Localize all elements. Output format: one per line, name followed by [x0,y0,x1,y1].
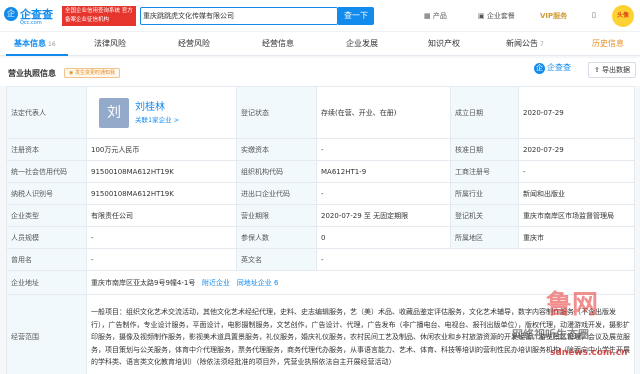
logo-icon: 企 [4,7,18,21]
export-button[interactable]: ⇪ 导出数据 [588,62,636,78]
term-label: 营业期限 [236,204,317,227]
org-code-label: 组织机构代码 [236,160,317,183]
english-name-label: 英文名 [236,248,317,271]
notify-change-badge[interactable]: ◉ 发生变更时通知我 [64,68,120,78]
import-code-label: 进出口企业代码 [236,182,317,205]
avatar: 刘 [99,97,129,128]
reg-capital-value: 100万元人民币 [86,138,237,161]
tab-ip[interactable]: 知识产权 [428,38,460,49]
est-date-value: 2020-07-29 [518,86,635,139]
table-row: 人员规模 - 参保人数 0 所属地区 重庆市 [6,226,635,249]
nav-vip[interactable]: VIP服务 [540,11,567,21]
table-row: 注册资本 100万元人民币 实缴资本 - 核准日期 2020-07-29 [6,138,635,161]
scope-value: 一般项目：组织文化艺术交流活动，其他文化艺术经纪代理，史料、史志编辑服务，艺（美… [86,294,635,374]
credit-code-label: 统一社会信用代码 [6,160,87,183]
export-icon: ⇪ [593,66,600,74]
table-row: 法定代表人 刘 刘桂林 关联1家企业 > 登记状态 存续(在营、开业、在册) 成… [6,86,635,139]
industry-value: 新闻和出版业 [518,182,635,205]
top-bar: 企 企查查 Qcc.com 全国企业信用查询系统 官方备案企业征信机构 查一下 … [0,0,640,32]
search-input[interactable] [143,9,333,23]
org-code-value: MA612HT1-9 [316,160,451,183]
search-button[interactable]: 查一下 [338,7,374,25]
biz-reg-value: - [518,160,635,183]
tab-basic-info[interactable]: 基本信息 16 [14,38,56,49]
table-row: 企业地址 重庆市南岸区亚太路9号9幢4-1号 附近企业 同地址企业 6 [6,270,635,295]
paid-capital-value: - [316,138,451,161]
former-name-value: - [86,248,237,271]
table-row: 企业类型 有限责任公司 营业期限 2020-07-29 至 无固定期限 登记机关… [6,204,635,227]
tab-legal-risk[interactable]: 法律风险 [94,38,126,49]
tab-operation-info[interactable]: 经营信息 [262,38,294,49]
section-title: 营业执照信息 [8,69,56,78]
tab-development[interactable]: 企业发展 [346,38,378,49]
approve-date-value: 2020-07-29 [518,138,635,161]
address-label: 企业地址 [6,270,87,295]
grid-icon: ▦ [424,12,431,20]
authority-value: 重庆市南岸区市场监督管理局 [518,204,635,227]
address-value: 重庆市南岸区亚太路9号9幢4-1号 [91,278,196,287]
taxpayer-label: 纳税人识别号 [6,182,87,205]
related-companies-link[interactable]: 关联1家企业 > [135,114,179,124]
legal-rep-label: 法定代表人 [6,86,87,139]
promo-banner[interactable]: 全国企业信用查询系统 官方备案企业征信机构 [62,6,136,26]
tab-operation-risk[interactable]: 经营风险 [178,38,210,49]
nearby-companies-link[interactable]: 附近企业 [202,279,230,287]
tab-bar: 基本信息 16 法律风险 经营风险 经营信息 企业发展 知识产权 新闻公告 7 历史… [0,32,640,56]
qcc-logo[interactable]: 企 企查查 Qcc.com [4,4,58,28]
nav-products[interactable]: ▦ 产品 [424,11,447,21]
qcc-watermark: 企企查查 [534,63,571,74]
business-license-table: 法定代表人 刘 刘桂林 关联1家企业 > 登记状态 存续(在营、开业、在册) 成… [6,86,635,374]
package-icon: ▣ [478,12,485,20]
bell-icon: ◉ [69,70,74,76]
logo-url: Qcc.com [20,20,42,26]
term-value: 2020-07-29 至 无固定期限 [316,204,451,227]
reg-status-value: 存续(在营、开业、在册) [316,86,451,139]
import-code-value: - [316,182,451,205]
address-cell: 重庆市南岸区亚太路9号9幢4-1号 附近企业 同地址企业 6 [86,270,635,295]
user-avatar[interactable]: 头像 [612,5,634,27]
staff-label: 人员规模 [6,226,87,249]
credit-code-value: 91500108MA612HT19K [86,160,237,183]
region-value: 重庆市 [518,226,635,249]
industry-label: 所属行业 [450,182,519,205]
staff-value: - [86,226,237,249]
legal-rep-cell: 刘 刘桂林 关联1家企业 > [86,86,237,139]
tab-news[interactable]: 新闻公告 7 [506,38,544,49]
taxpayer-value: 91500108MA612HT19K [86,182,237,205]
english-name-value: - [316,248,635,271]
former-name-label: 曾用名 [6,248,87,271]
reg-status-label: 登记状态 [236,86,317,139]
watermark-logo-icon: 企 [534,63,545,74]
paid-capital-label: 实缴资本 [236,138,317,161]
search-box [140,7,338,25]
table-row: 纳税人识别号 91500108MA612HT19K 进出口企业代码 - 所属行业… [6,182,635,205]
table-row: 经营范围 一般项目：组织文化艺术交流活动，其他文化艺术经纪代理，史料、史志编辑服… [6,294,635,374]
region-label: 所属地区 [450,226,519,249]
table-row: 曾用名 - 英文名 - [6,248,635,271]
company-type-label: 企业类型 [6,204,87,227]
same-address-link[interactable]: 同地址企业 6 [237,279,279,287]
table-row: 统一社会信用代码 91500108MA612HT19K 组织机构代码 MA612… [6,160,635,183]
insured-label: 参保人数 [236,226,317,249]
legal-rep-name[interactable]: 刘桂林 [135,98,165,113]
insured-value: 0 [316,226,451,249]
reg-capital-label: 注册资本 [6,138,87,161]
scope-label: 经营范围 [6,294,87,374]
authority-label: 登记机关 [450,204,519,227]
company-type-value: 有限责任公司 [86,204,237,227]
tab-history[interactable]: 历史信息 [592,38,624,49]
approve-date-label: 核准日期 [450,138,519,161]
est-date-label: 成立日期 [450,86,519,139]
nav-packages[interactable]: ▣ 企业套餐 [478,11,515,21]
phone-icon[interactable]: ▯ [592,11,596,19]
biz-reg-label: 工商注册号 [450,160,519,183]
